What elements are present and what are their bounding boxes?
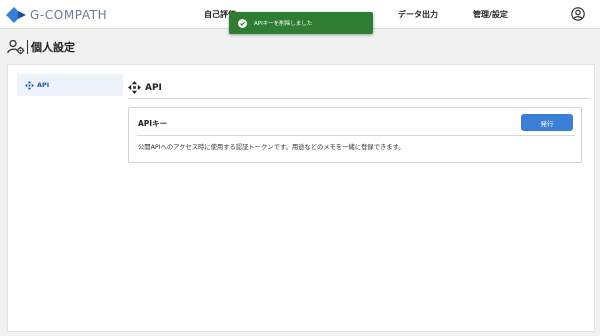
card-title: APIキー <box>138 119 168 128</box>
api-key-card: APIキー 発行 公開APIへのアクセス時に使用する認証トークンです。用途などの… <box>128 107 582 163</box>
issue-api-key-button[interactable]: 発行 <box>521 114 573 131</box>
user-account-icon[interactable] <box>571 7 585 21</box>
api-arrows-icon <box>128 81 141 94</box>
sidebar-item-api[interactable]: API <box>17 74 123 96</box>
sidebar-item-label: API <box>37 81 50 89</box>
section-title: API <box>145 82 162 93</box>
card-description: 公開APIへのアクセス時に使用する認証トークンです。用途などのメモを一緒に登録で… <box>138 144 405 151</box>
page-header: 個人設定 <box>7 38 75 56</box>
title-separator <box>27 40 28 54</box>
check-circle-icon <box>238 18 247 28</box>
app-logo[interactable]: G-COMPATH <box>6 6 107 24</box>
success-toast: APIキーを削除しました <box>229 12 373 34</box>
api-arrows-icon <box>25 80 34 90</box>
nav-data-export[interactable]: データ出力 <box>398 9 438 20</box>
card-divider <box>137 135 575 136</box>
user-settings-icon <box>7 39 25 55</box>
toast-message: APIキーを削除しました <box>254 21 313 27</box>
nav-admin-settings[interactable]: 管理/設定 <box>473 9 508 20</box>
logo-diamond-icon <box>6 7 26 23</box>
section-header: API <box>128 77 589 99</box>
settings-panel: API API APIキー 発行 公開APIへのアクセス時に使用する認証トークン… <box>7 64 595 332</box>
page-title: 個人設定 <box>31 41 75 54</box>
logo-text: G-COMPATH <box>30 8 108 22</box>
